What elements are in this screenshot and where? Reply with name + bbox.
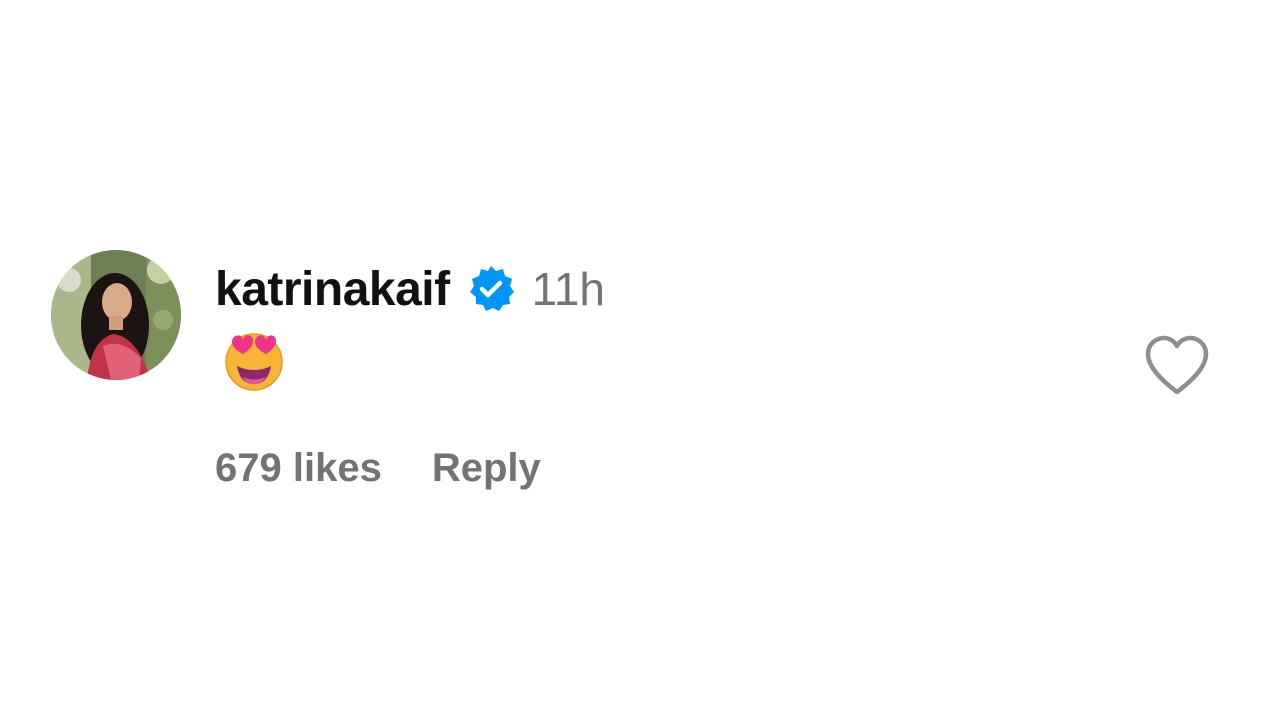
- comment-header: katrinakaif 11h: [215, 258, 605, 320]
- reply-button[interactable]: Reply: [432, 446, 541, 491]
- verified-badge-icon: [466, 264, 516, 314]
- timestamp[interactable]: 11h: [532, 262, 605, 316]
- heart-eyes-emoji-icon: [225, 333, 283, 391]
- like-button[interactable]: [1142, 334, 1212, 396]
- heart-outline-icon: [1145, 335, 1209, 395]
- avatar-image: [51, 250, 181, 380]
- comment-actions: 679 likes Reply: [215, 440, 541, 496]
- comment-text: [222, 328, 286, 392]
- likes-count-link[interactable]: 679 likes: [215, 446, 382, 491]
- avatar[interactable]: [51, 250, 181, 380]
- username-link[interactable]: katrinakaif: [215, 262, 450, 317]
- comment-item: katrinakaif 11h 679 likes Reply: [0, 0, 1280, 720]
